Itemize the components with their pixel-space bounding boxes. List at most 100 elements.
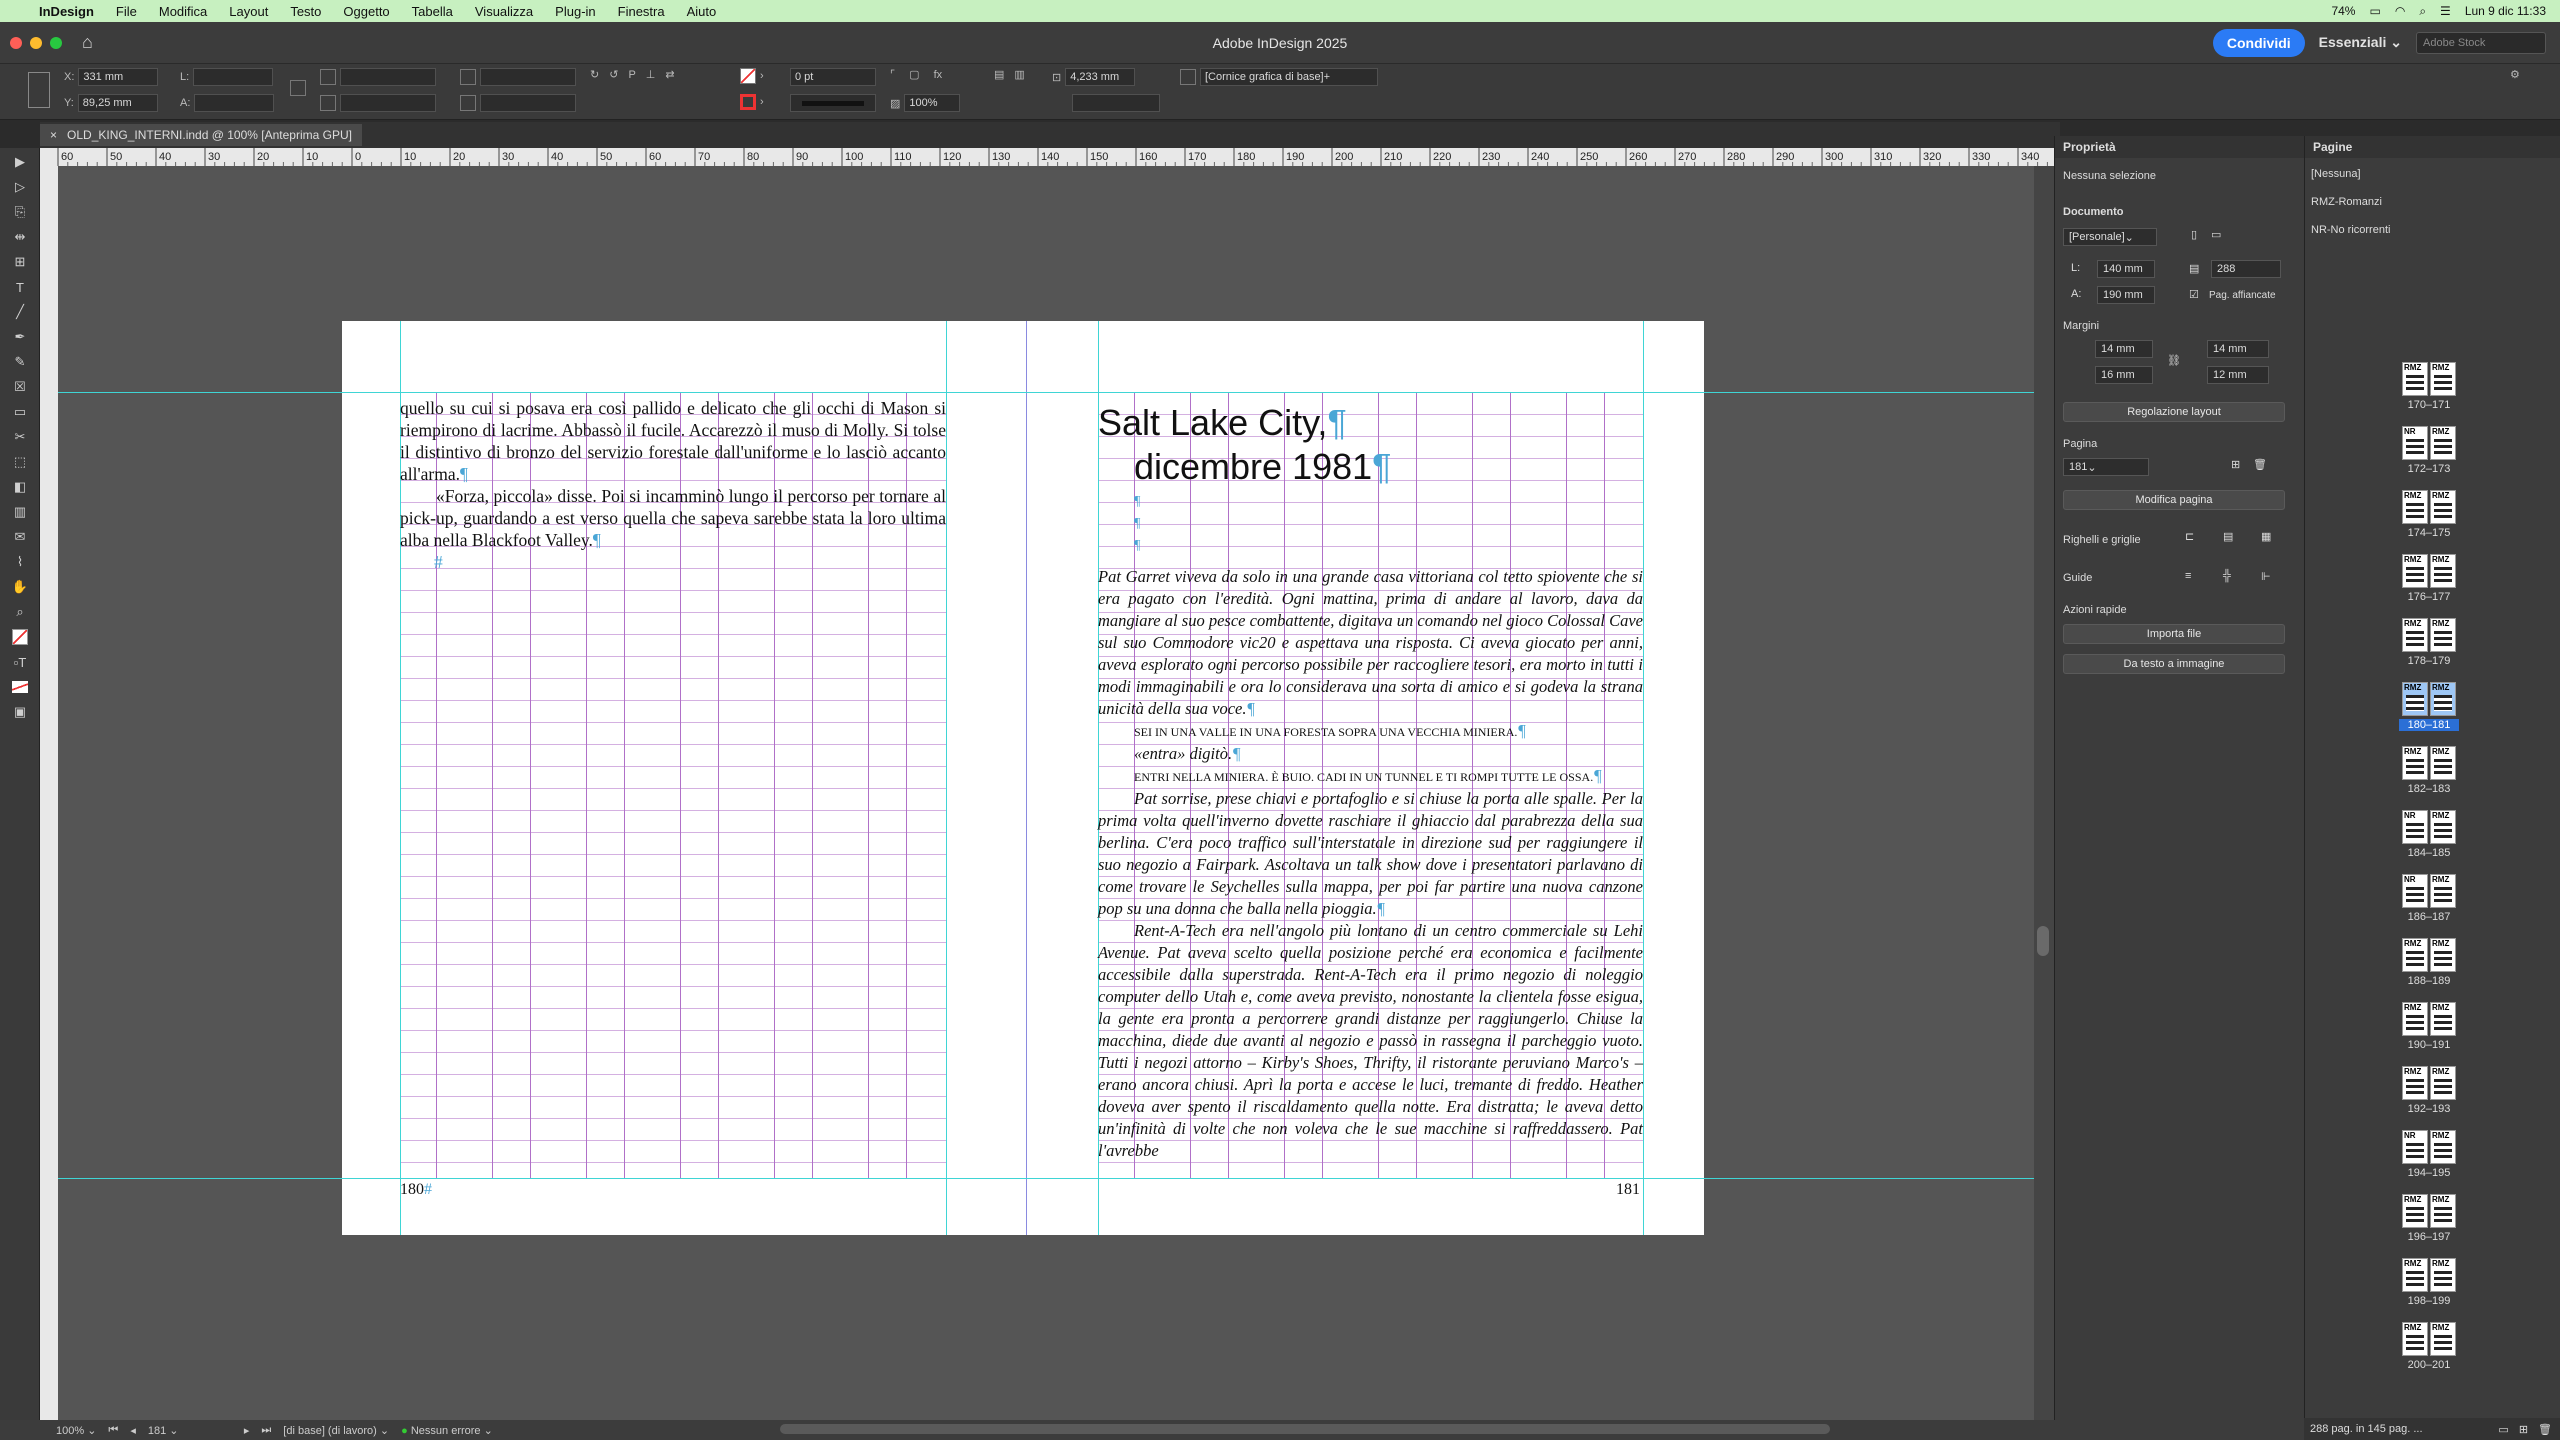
document-tab[interactable]: × OLD_KING_INTERNI.indd @ 100% [Anteprim… <box>40 124 362 146</box>
page-thumbnail[interactable]: RMZ <box>2402 490 2428 524</box>
width-field[interactable] <box>193 68 274 86</box>
menu-plugin[interactable]: Plug-in <box>544 4 606 19</box>
gap-tool-icon[interactable]: ⇹ <box>7 226 33 248</box>
last-page-button[interactable]: ⏭ <box>261 1424 271 1437</box>
page-size-icon[interactable]: ▭ <box>2498 1423 2508 1436</box>
spread-thumbnail[interactable]: NR RMZ 184–185 <box>2399 810 2459 859</box>
control-center-icon[interactable]: ☰ <box>2440 4 2451 18</box>
margin-outside-field[interactable]: 12 mm <box>2207 366 2269 384</box>
direct-selection-tool-icon[interactable]: ▷ <box>7 176 33 198</box>
fill-swatch[interactable] <box>740 68 756 84</box>
master-select[interactable]: [di base] (di lavoro) ⌄ <box>283 1424 389 1437</box>
type-on-path-icon[interactable]: P <box>628 69 635 81</box>
pages-tab[interactable]: Pagine <box>2305 136 2560 158</box>
edit-page-button[interactable]: Modifica pagina <box>2063 490 2285 510</box>
preset-select[interactable]: [Personale] ⌄ <box>2063 228 2157 246</box>
ruler-icon[interactable]: ⊏ <box>2185 530 2194 543</box>
page-thumbnail[interactable]: RMZ <box>2430 682 2456 716</box>
menu-modifica[interactable]: Modifica <box>148 4 218 19</box>
opacity-field[interactable]: 100% <box>904 94 961 112</box>
spread-thumbnail[interactable]: RMZ RMZ 178–179 <box>2399 618 2459 667</box>
spread-thumbnail[interactable]: RMZ RMZ 180–181 <box>2399 682 2459 731</box>
clock[interactable]: Lun 9 dic 11:33 <box>2465 4 2546 18</box>
menu-finestra[interactable]: Finestra <box>607 4 676 19</box>
rotate-ccw-icon[interactable]: ↺ <box>609 68 618 81</box>
close-tab-icon[interactable]: × <box>50 128 57 142</box>
object-style-select[interactable]: [Cornice grafica di base]+ <box>1200 68 1378 86</box>
wifi-icon[interactable]: ◠ <box>2395 4 2405 18</box>
spread-thumbnail[interactable]: NR RMZ 172–173 <box>2399 426 2459 475</box>
spread-thumbnail[interactable]: NR RMZ 194–195 <box>2399 1130 2459 1179</box>
portrait-icon[interactable]: ▯ <box>2191 228 2197 241</box>
page-thumbnail[interactable]: RMZ <box>2402 1066 2428 1100</box>
spread-thumbnail[interactable]: RMZ RMZ 170–171 <box>2399 362 2459 411</box>
page-tool-icon[interactable]: ⎘ <box>7 201 33 223</box>
spread-thumbnail[interactable]: RMZ RMZ 196–197 <box>2399 1194 2459 1243</box>
home-icon[interactable]: ⌂ <box>82 32 93 53</box>
ref-size-field[interactable]: 4,233 mm <box>1065 68 1136 86</box>
gradient-feather-tool-icon[interactable]: ▥ <box>7 501 33 523</box>
page-thumbnail[interactable]: RMZ <box>2430 810 2456 844</box>
spread-thumbnail[interactable]: RMZ RMZ 198–199 <box>2399 1258 2459 1307</box>
spread-thumbnail[interactable]: RMZ RMZ 182–183 <box>2399 746 2459 795</box>
close-window-button[interactable] <box>10 36 22 49</box>
formatting-icon[interactable]: ▫T <box>7 651 33 673</box>
shear-field[interactable] <box>480 94 576 112</box>
horizontal-ruler[interactable]: 60 50 40 30 20 10 0 10 20 30 40 50 60 70 80 90 100 110 120… <box>40 148 2058 166</box>
stroke-type-select[interactable] <box>790 94 876 112</box>
type-tool-icon[interactable]: T <box>7 276 33 298</box>
zoom-select[interactable]: 100% ⌄ <box>56 1424 96 1437</box>
stroke-menu-icon[interactable]: › <box>760 96 764 108</box>
menu-oggetto[interactable]: Oggetto <box>332 4 400 19</box>
page-thumbnail[interactable]: RMZ <box>2402 1002 2428 1036</box>
page-thumbnail[interactable]: RMZ <box>2430 1322 2456 1356</box>
stock-search-input[interactable]: Adobe Stock <box>2416 31 2546 54</box>
corner-icon[interactable]: ⌜ <box>890 68 895 81</box>
text-wrap-icon[interactable]: ▤ <box>994 68 1004 81</box>
trash-icon[interactable]: 🗑 <box>2538 1423 2552 1436</box>
page-thumbnail[interactable]: RMZ <box>2402 618 2428 652</box>
menu-aiuto[interactable]: Aiuto <box>676 4 728 19</box>
page-thumbnail[interactable]: RMZ <box>2430 490 2456 524</box>
page-thumbnail[interactable]: RMZ <box>2430 1002 2456 1036</box>
page-thumbnail[interactable]: RMZ <box>2430 554 2456 588</box>
note-tool-icon[interactable]: ✉ <box>7 526 33 548</box>
master-nr[interactable]: NR-No ricorrenti <box>2311 224 2390 236</box>
page-thumbnail[interactable]: RMZ <box>2430 874 2456 908</box>
page-thumbnail[interactable]: NR <box>2402 810 2428 844</box>
prev-page-button[interactable]: ◂ <box>130 1424 136 1437</box>
rotate-field[interactable] <box>480 68 576 86</box>
rotate-cw-icon[interactable]: ↻ <box>590 68 599 81</box>
spread-thumbnail[interactable]: RMZ RMZ 190–191 <box>2399 1002 2459 1051</box>
line-tool-icon[interactable]: ╱ <box>7 301 33 323</box>
text-to-image-button[interactable]: Da testo a immagine <box>2063 654 2285 674</box>
delete-page-icon[interactable]: 🗑 <box>2253 458 2267 471</box>
hand-tool-icon[interactable]: ✋ <box>7 576 33 598</box>
fill-menu-icon[interactable]: › <box>760 70 764 82</box>
page-thumbnail[interactable]: RMZ <box>2430 362 2456 396</box>
reference-point-icon[interactable] <box>28 72 50 108</box>
eyedropper-tool-icon[interactable]: ⌇ <box>7 551 33 573</box>
page-thumbnail[interactable]: RMZ <box>2402 554 2428 588</box>
text-wrap2-icon[interactable]: ▥ <box>1014 68 1024 81</box>
pen-tool-icon[interactable]: ✒ <box>7 326 33 348</box>
page-thumbnail[interactable]: RMZ <box>2430 938 2456 972</box>
menu-file[interactable]: File <box>105 4 148 19</box>
page-thumbnail[interactable]: NR <box>2402 426 2428 460</box>
rectangle-tool-icon[interactable]: ▭ <box>7 401 33 423</box>
page-thumbnail[interactable]: RMZ <box>2402 1322 2428 1356</box>
page-select[interactable]: 181 ⌄ <box>148 1424 232 1437</box>
baseline-grid-icon[interactable]: ▤ <box>2223 530 2233 543</box>
document-grid-icon[interactable]: ▦ <box>2261 530 2271 543</box>
page-thumbnail[interactable]: RMZ <box>2430 1066 2456 1100</box>
margin-top-field[interactable]: 14 mm <box>2095 340 2153 358</box>
add-page-icon[interactable]: ⊞ <box>2231 458 2240 471</box>
screen-mode-icon[interactable]: ▣ <box>7 701 33 723</box>
spread-thumbnail[interactable]: RMZ RMZ 188–189 <box>2399 938 2459 987</box>
body-text-frame[interactable]: quello su cui si posava era così pallido… <box>400 397 946 573</box>
facing-pages-checkbox[interactable]: ☑ <box>2189 288 2199 301</box>
page-select[interactable]: 181 ⌄ <box>2063 458 2149 476</box>
page-thumbnail[interactable]: RMZ <box>2430 1258 2456 1292</box>
page-181[interactable]: Salt Lake City,¶ dicembre 1981¶ ¶ ¶ ¶ Pat … <box>1026 321 1704 1235</box>
fill-stroke-icon[interactable] <box>7 626 33 648</box>
